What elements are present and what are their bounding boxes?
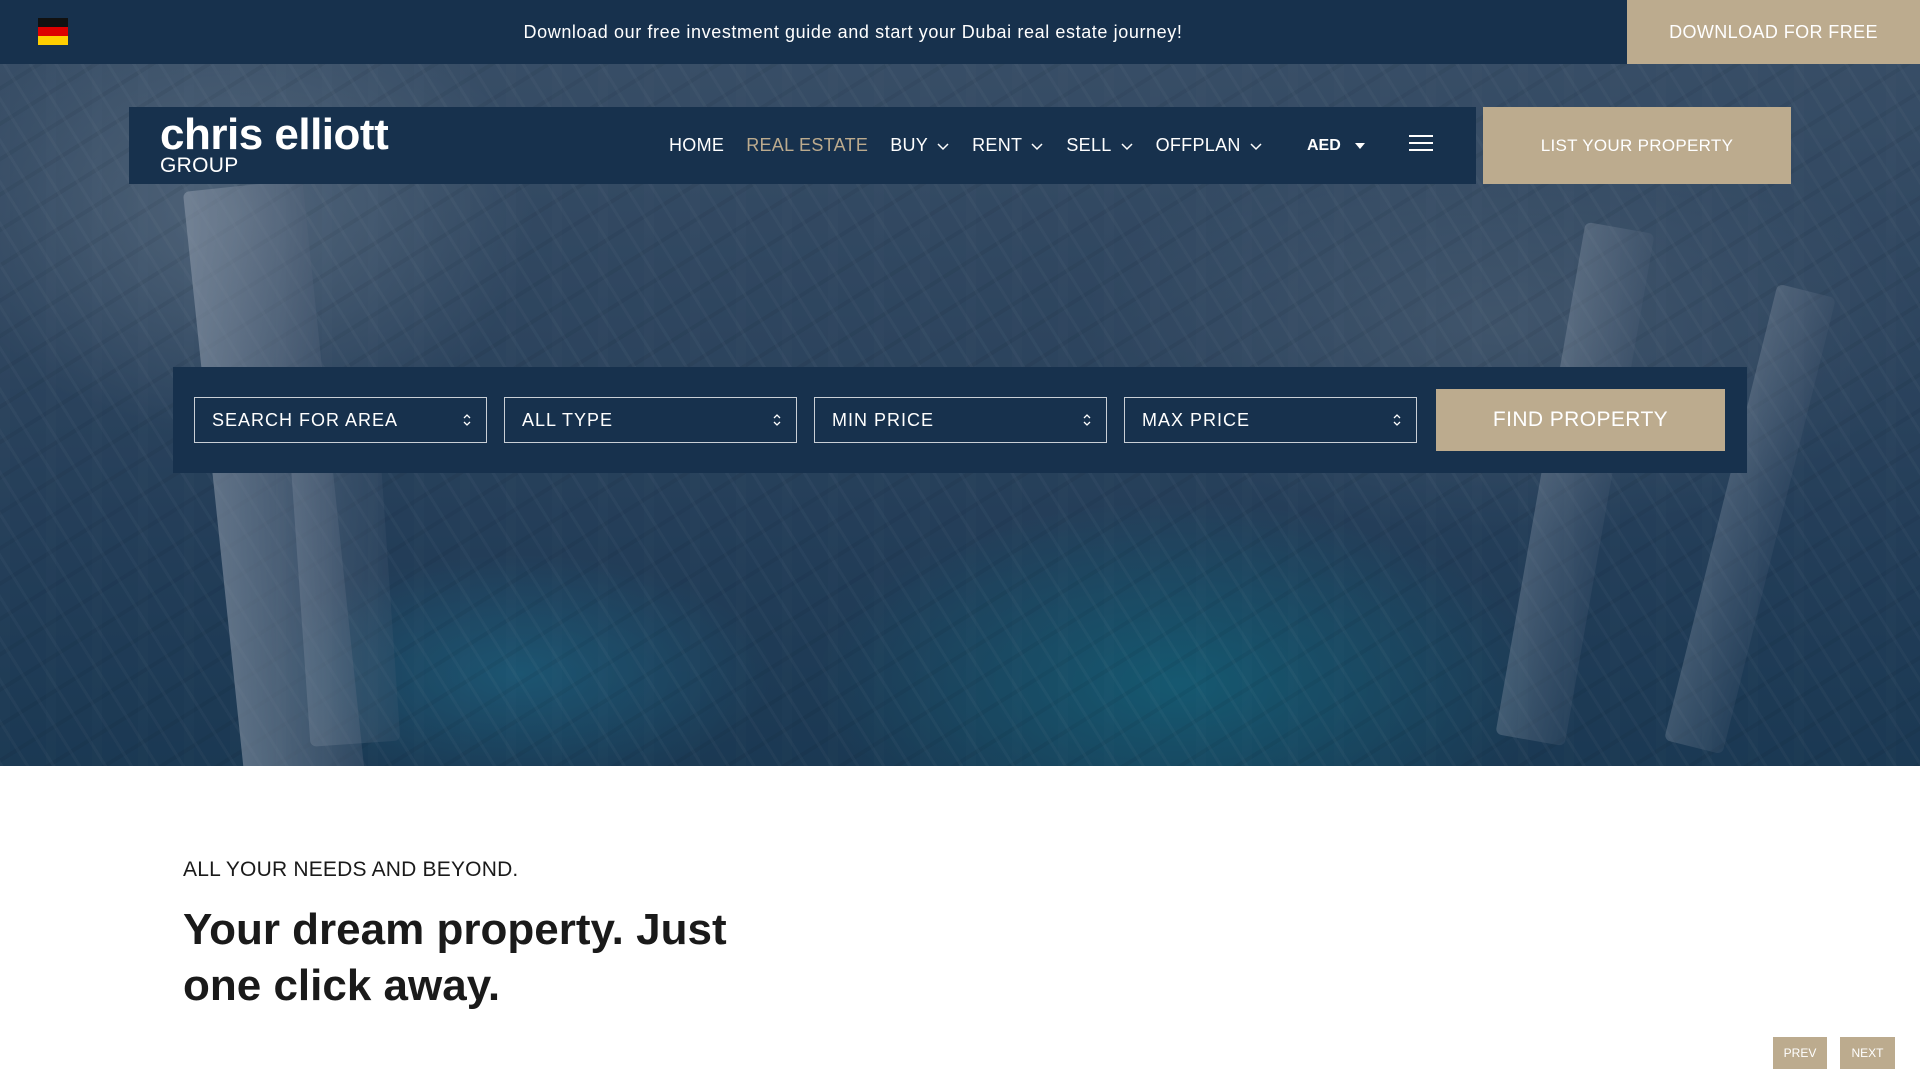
sort-arrows-icon xyxy=(1083,414,1091,426)
download-for-free-button[interactable]: DOWNLOAD FOR FREE xyxy=(1627,0,1920,64)
max-price-label: MAX PRICE xyxy=(1142,409,1251,430)
min-price-label: MIN PRICE xyxy=(832,409,935,430)
search-area-select[interactable]: SEARCH FOR AREA xyxy=(194,397,487,443)
nav-menu: HOME REAL ESTATE BUY RENT SELL OFFPLAN xyxy=(669,107,1285,184)
nav-item-label: OFFPLAN xyxy=(1155,135,1241,155)
nav-item-rent[interactable]: RENT xyxy=(972,135,1044,156)
logo-wordmark: chris elliott xyxy=(160,110,389,159)
chevron-down-icon xyxy=(937,142,949,150)
sort-arrows-icon xyxy=(463,414,471,426)
section-eyebrow: ALL YOUR NEEDS AND BEYOND. xyxy=(183,858,519,881)
nav-item-label: REAL ESTATE xyxy=(746,135,869,155)
list-your-property-button[interactable]: LIST YOUR PROPERTY xyxy=(1483,107,1791,184)
chevron-down-icon xyxy=(1250,142,1262,150)
search-area-label: SEARCH FOR AREA xyxy=(212,409,399,430)
caret-down-icon xyxy=(1354,142,1365,149)
nav-item-buy[interactable]: BUY xyxy=(890,135,950,156)
nav-item-label: BUY xyxy=(890,135,929,155)
sort-arrows-icon xyxy=(773,414,781,426)
main-navbar: chris elliott GROUP HOME REAL ESTATE BUY… xyxy=(129,107,1476,184)
hamburger-menu-icon[interactable] xyxy=(1409,135,1433,153)
sort-arrows-icon xyxy=(1393,414,1401,426)
nav-item-label: HOME xyxy=(669,135,725,155)
nav-item-label: SELL xyxy=(1066,135,1112,155)
min-price-select[interactable]: MIN PRICE xyxy=(814,397,1107,443)
prev-button[interactable]: PREV xyxy=(1773,1037,1827,1069)
promo-bar: Download our free investment guide and s… xyxy=(0,0,1920,64)
find-property-button[interactable]: FIND PROPERTY xyxy=(1436,389,1725,451)
nav-item-offplan[interactable]: OFFPLAN xyxy=(1156,135,1263,156)
currency-label: AED xyxy=(1307,136,1341,154)
property-search-panel: SEARCH FOR AREA ALL TYPE MIN PRICE MAX P… xyxy=(173,367,1747,473)
chevron-down-icon xyxy=(1031,142,1043,150)
property-type-label: ALL TYPE xyxy=(522,409,614,430)
next-button[interactable]: NEXT xyxy=(1840,1037,1895,1069)
promo-text: Download our free investment guide and s… xyxy=(523,22,1183,42)
property-type-select[interactable]: ALL TYPE xyxy=(504,397,797,443)
nav-item-sell[interactable]: SELL xyxy=(1066,135,1133,156)
chevron-down-icon xyxy=(1121,142,1133,150)
max-price-select[interactable]: MAX PRICE xyxy=(1124,397,1417,443)
currency-selector[interactable]: AED xyxy=(1307,107,1365,184)
nav-item-real-estate[interactable]: REAL ESTATE xyxy=(746,135,868,156)
nav-item-label: RENT xyxy=(972,135,1023,155)
nav-item-home[interactable]: HOME xyxy=(669,135,724,156)
chris-elliott-logo[interactable]: chris elliott GROUP xyxy=(160,110,389,177)
section-headline: Your dream property. Just one click away… xyxy=(183,905,727,1010)
